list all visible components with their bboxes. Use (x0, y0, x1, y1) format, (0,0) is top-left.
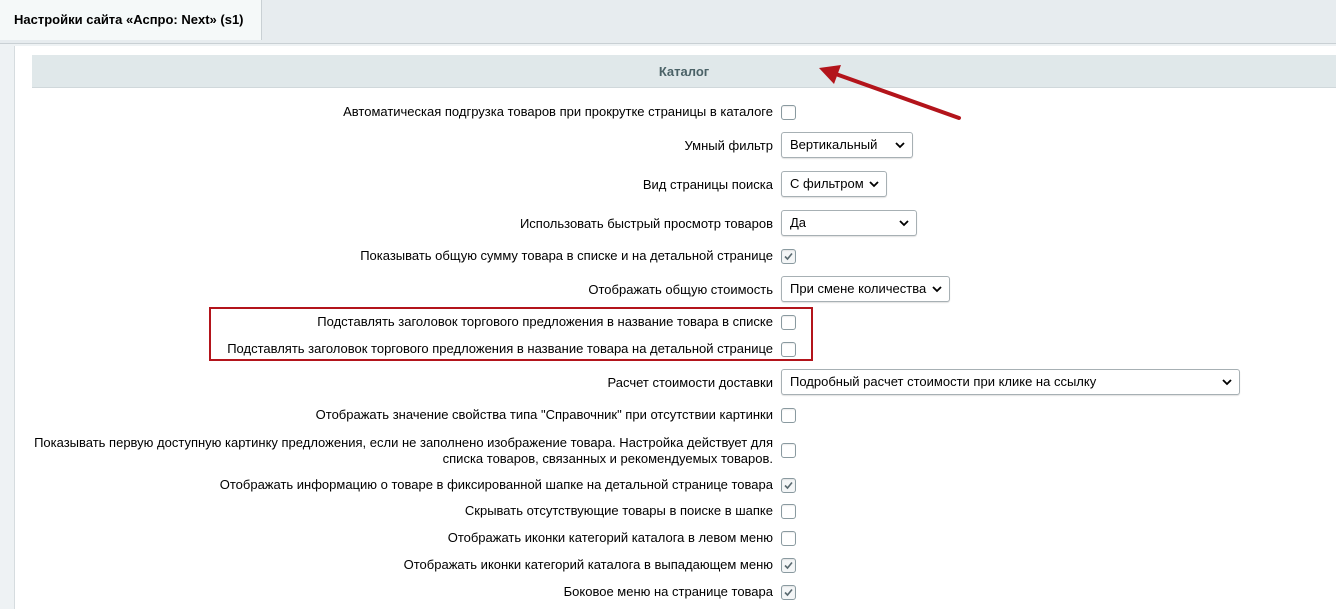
setting-checkbox[interactable] (781, 342, 796, 357)
checkmark-icon (784, 561, 793, 570)
chevron-down-icon (895, 142, 905, 149)
setting-checkbox[interactable] (781, 249, 796, 264)
setting-label: Показывать первую доступную картинку пре… (34, 435, 773, 466)
setting-label: Отображать иконки категорий каталога в в… (403, 557, 773, 572)
setting-label: Автоматическая подгрузка товаров при про… (343, 104, 773, 119)
quick-view-select[interactable]: Да (781, 210, 917, 236)
setting-checkbox[interactable] (781, 504, 796, 519)
checkmark-icon (784, 252, 793, 261)
search-page-view-select[interactable]: С фильтром (781, 171, 887, 197)
checkmark-icon (784, 588, 793, 597)
chevron-down-icon (899, 220, 909, 227)
setting-label: Отображать значение свойства типа "Справ… (315, 407, 773, 422)
chevron-down-icon (932, 286, 942, 293)
setting-checkbox[interactable] (781, 558, 796, 573)
setting-label: Вид страницы поиска (642, 177, 773, 192)
setting-label: Умный фильтр (684, 138, 774, 153)
select-value: Да (790, 215, 807, 230)
checkmark-icon (784, 481, 793, 490)
select-value: Вертикальный (790, 137, 878, 152)
chevron-down-icon (869, 181, 879, 188)
setting-label: Отображать общую стоимость (588, 282, 773, 297)
setting-checkbox[interactable] (781, 105, 796, 120)
select-value: С фильтром (790, 176, 864, 191)
select-value: Подробный расчет стоимости при клике на … (790, 374, 1097, 389)
select-value: При смене количества (790, 281, 927, 296)
setting-label: Скрывать отсутствующие товары в поиске в… (464, 503, 773, 518)
setting-label: Подставлять заголовок торгового предложе… (227, 341, 773, 356)
setting-label: Отображать иконки категорий каталога в л… (447, 530, 773, 545)
setting-label: Подставлять заголовок торгового предложе… (317, 314, 773, 329)
delivery-cost-select[interactable]: Подробный расчет стоимости при клике на … (781, 369, 1240, 395)
smart-filter-select[interactable]: Вертикальный (781, 132, 913, 158)
setting-label: Использовать быстрый просмотр товаров (519, 216, 773, 231)
setting-checkbox[interactable] (781, 443, 796, 458)
setting-checkbox[interactable] (781, 531, 796, 546)
setting-label: Отображать информацию о товаре в фиксиро… (219, 477, 773, 492)
section-header-catalog: Каталог (32, 55, 1336, 88)
total-price-display-select[interactable]: При смене количества (781, 276, 950, 302)
setting-checkbox[interactable] (781, 408, 796, 423)
setting-label: Показывать общую сумму товара в списке и… (360, 248, 773, 263)
annotation-arrow-icon (819, 65, 961, 120)
setting-checkbox[interactable] (781, 478, 796, 493)
tab-site-settings[interactable]: Настройки сайта «Аспро: Next» (s1) (0, 0, 262, 40)
setting-label: Боковое меню на странице товара (563, 584, 773, 599)
setting-checkbox[interactable] (781, 585, 796, 600)
setting-label: Расчет стоимости доставки (607, 375, 773, 390)
setting-checkbox[interactable] (781, 315, 796, 330)
chevron-down-icon (1222, 379, 1232, 386)
top-tab-bar: Настройки сайта «Аспро: Next» (s1) (0, 0, 1336, 44)
